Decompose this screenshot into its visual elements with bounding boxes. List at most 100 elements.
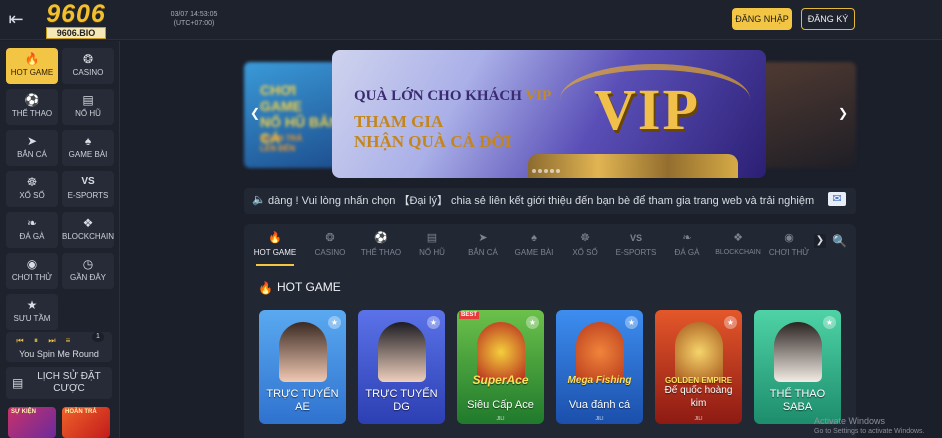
game-title: THỂ THAO SABA [769,388,826,413]
lottery-icon: ☸ [26,175,38,189]
blockchain-icon: ❖ [82,216,94,230]
tab-label: XỔ SỐ [572,248,598,257]
soccer-ball-icon: ⚽ [374,232,388,244]
star-icon: ★ [26,298,38,312]
register-button[interactable]: ĐĂNG KÝ [801,8,855,30]
tab-blockchain[interactable]: ❖ BLOCKCHAIN [713,228,763,266]
favorite-star-icon[interactable]: ★ [427,316,440,329]
game-card-mega-fishing[interactable]: ★ Mega Fishing Vua đánh cá JILI [556,310,643,424]
player-image [774,322,822,382]
back-arrow-icon[interactable]: ⇤ [6,9,26,29]
mail-icon[interactable]: ✉ [828,192,846,206]
previous-icon[interactable]: ⏮ [12,336,28,346]
sidebar-item-no-hu[interactable]: ▤ NỔ HŨ [62,89,114,125]
sidebar-item-suu-tam[interactable]: ★ SƯU TẦM [6,294,58,330]
game-card-super-ace[interactable]: BEST ★ SuperAce Siêu Cấp Ace JILI [457,310,544,424]
sidebar-item-label: XỔ SỐ [19,191,45,200]
sidebar-item-da-ga[interactable]: ❧ ĐÁ GÀ [6,212,58,248]
sidebar-item-e-sports[interactable]: VS E-SPORTS [62,171,114,207]
dragon-icon: ❂ [325,232,335,244]
dealer-image [279,322,327,382]
sidebar-item-label: HOT GAME [10,68,54,77]
banner-subline-2: NHẬN QUÀ CẢ ĐỜI [354,132,512,151]
favorite-star-icon[interactable]: ★ [625,316,638,329]
tab-label: GAME BÀI [514,248,554,257]
next-icon[interactable]: ⏭ [44,336,60,346]
playlist-icon[interactable]: ≡ [60,336,76,346]
sidebar-item-xo-so[interactable]: ☸ XỔ SỐ [6,171,58,207]
sidebar-item-label: GAME BÀI [68,150,108,159]
tab-label: THỂ THAO [360,248,402,257]
promo-rebate-banner[interactable]: HOÀN TRẢ [62,407,110,438]
tab-the-thao[interactable]: ⚽ THỂ THAO [356,228,406,266]
sidebar-item-gan-day[interactable]: ◷ GẦN ĐÂY [62,253,114,289]
tab-xo-so[interactable]: ☸ XỔ SỐ [560,228,610,266]
announcement-marquee: 🔈 dàng ! Vui lòng nhấn chọn 【Đại lý】 chi… [244,188,856,214]
tab-label: BLOCKCHAIN [715,249,761,256]
tab-e-sports[interactable]: VS E-SPORTS [611,228,661,266]
game-card-golden-empire[interactable]: ★ GOLDEN EMPIRE Đế quốc hoàng kim JILI [655,310,742,424]
fire-icon: 🔥 [24,52,40,66]
carousel-dot[interactable] [550,169,554,173]
tab-choi-thu[interactable]: ◉ CHƠI THỬ [764,228,814,266]
logo-text: 9606 [46,0,106,28]
tab-label: BẮN CÁ [468,248,498,257]
sidebar-item-choi-thu[interactable]: ◉ CHƠI THỬ [6,253,58,289]
sidebar-item-casino[interactable]: ❂ CASINO [62,48,114,84]
favorite-star-icon[interactable]: ★ [823,316,836,329]
tab-casino[interactable]: ❂ CASINO [305,228,355,266]
game-logo-text: Mega Fishing [567,375,632,386]
chevron-right-icon[interactable]: ❯ [814,234,826,248]
search-icon[interactable]: 🔍 [832,234,847,248]
login-button[interactable]: ĐĂNG NHẬP [732,8,792,30]
game-card-saba[interactable]: ★ THỂ THAO SABA [754,310,841,424]
game-card-dg[interactable]: ★ TRỰC TUYẾN DG [358,310,445,424]
tab-hot-game[interactable]: 🔥 HOT GAME [250,228,300,266]
vs-icon: VS [81,176,95,187]
side-banner-line2: HOÀN TRẢ LÊN ĐẾN [260,134,303,153]
cards-icon: ♠ [531,232,537,244]
sidebar-item-blockchain[interactable]: ❖ BLOCKCHAIN [62,212,114,248]
favorite-star-icon[interactable]: ★ [526,316,539,329]
carousel-dot[interactable] [556,169,560,173]
announcement-text: dàng ! Vui lòng nhấn chọn 【Đại lý】 chia … [268,195,815,207]
document-icon: ▤ [12,376,24,390]
sidebar-item-game-bai[interactable]: ♠ GAME BÀI [62,130,114,166]
carousel-dots[interactable] [532,160,568,173]
promo-event-banner[interactable]: SỰ KIỆN [8,407,56,438]
banner-carousel[interactable]: CHƠI GAME NỔ HŨ BẮN CÁ HOÀN TRẢ LÊN ĐẾN QU… [244,50,856,178]
carousel-dot[interactable] [544,169,548,173]
sidebar: 🔥 HOT GAME ❂ CASINO ⚽ THỂ THAO ▤ NỔ HŨ ➤… [0,41,120,438]
carousel-dot[interactable] [532,169,536,173]
music-title: You Spin Me Round [19,349,99,359]
tab-game-bai[interactable]: ♠ GAME BÀI [509,228,559,266]
game-title: TRỰC TUYẾN AE [266,388,339,413]
chevron-left-icon[interactable]: ❮ [250,106,260,120]
clock: 03/07 14:53:05 (UTC+07:00) [164,10,224,28]
site-logo[interactable]: 9606 9606.BIO [38,0,114,39]
bet-history-button[interactable]: ▤ LỊCH SỬ ĐẶT CƯỢC [6,367,112,399]
banner-slide-current[interactable]: QUÀ LỚN CHO KHÁCH VIP THAM GIA NHẬN QUÀ … [332,50,766,178]
slot-777-icon: ▤ [82,93,94,107]
sidebar-item-the-thao[interactable]: ⚽ THỂ THAO [6,89,58,125]
tab-da-ga[interactable]: ❧ ĐÁ GÀ [662,228,712,266]
tab-label: NỔ HŨ [419,248,445,257]
chevron-right-icon[interactable]: ❯ [838,106,848,120]
tab-no-hu[interactable]: ▤ NỔ HŨ [407,228,457,266]
favorite-star-icon[interactable]: ★ [724,316,737,329]
pause-icon[interactable]: ⏸ [28,336,44,346]
sidebar-item-ban-ca[interactable]: ➤ BẮN CÁ [6,130,58,166]
dragon-icon: ❂ [82,52,94,66]
favorite-star-icon[interactable]: ★ [328,316,341,329]
music-player: ⏮ ⏸ ⏭ ≡ 1 You Spin Me Round [6,332,112,362]
slot-777-icon: ▤ [426,232,438,244]
carousel-dot[interactable] [538,169,542,173]
dealer-image [378,322,426,382]
sidebar-item-hot-game[interactable]: 🔥 HOT GAME [6,48,58,84]
vendor-label: JILI [595,416,604,422]
game-card-ae[interactable]: ★ TRỰC TUYẾN AE [259,310,346,424]
sidebar-item-label: SƯU TẦM [13,314,51,323]
tab-ban-ca[interactable]: ➤ BẮN CÁ [458,228,508,266]
game-title: TRỰC TUYẾN DG [365,388,438,413]
sidebar-item-label: NỔ HŨ [75,109,101,118]
